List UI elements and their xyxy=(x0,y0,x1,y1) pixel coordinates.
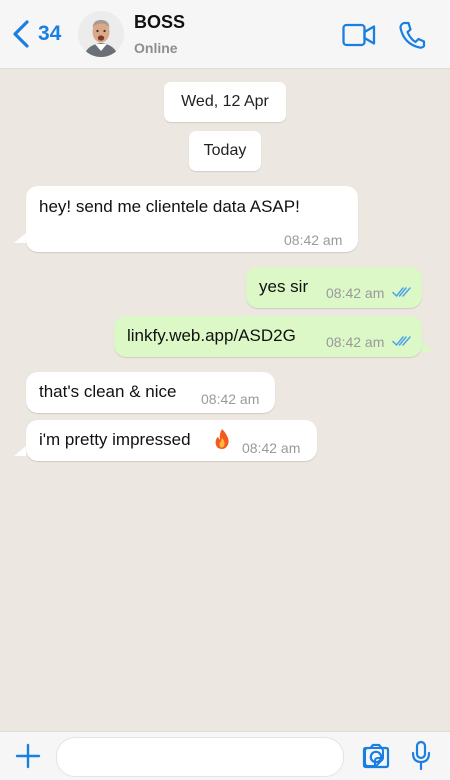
chat-header: 34 BOSS Online xyxy=(0,0,450,69)
message-time: 08:42 am xyxy=(284,232,343,248)
outgoing-message[interactable]: yes sir 08:42 am xyxy=(246,267,422,308)
message-time: 08:42 am xyxy=(242,440,301,456)
incoming-message[interactable]: i'm pretty impressed 08:42 am xyxy=(26,420,317,461)
incoming-message[interactable]: hey! send me clientele data ASAP! 08:42 … xyxy=(26,186,358,252)
back-button[interactable]: 34 xyxy=(10,16,61,52)
chat-screen: 34 BOSS Online Wed, 12 Apr Today hey! se… xyxy=(0,0,450,780)
message-input-box[interactable] xyxy=(56,737,384,777)
message-text: that's clean & nice xyxy=(39,382,177,401)
incoming-message[interactable]: that's clean & nice 08:42 am xyxy=(26,372,275,413)
read-receipt-icon xyxy=(392,336,411,346)
bubble-tail xyxy=(14,446,26,456)
unread-count: 34 xyxy=(38,22,62,45)
contact-name[interactable]: BOSS xyxy=(134,12,185,33)
plus-icon[interactable] xyxy=(14,742,42,770)
fire-emoji-icon xyxy=(215,429,229,449)
day-separator: Today xyxy=(189,131,261,171)
phone-icon[interactable] xyxy=(398,20,426,50)
message-input[interactable] xyxy=(71,744,295,770)
chevron-left-icon xyxy=(13,20,29,48)
message-text: hey! send me clientele data ASAP! xyxy=(39,197,300,216)
bubble-tail xyxy=(422,342,434,352)
message-text[interactable]: linkfy.web.app/ASD2G xyxy=(127,326,296,346)
video-call-icon[interactable] xyxy=(342,22,376,48)
outgoing-message[interactable]: linkfy.web.app/ASD2G 08:42 am xyxy=(114,316,422,357)
date-separator: Wed, 12 Apr xyxy=(164,82,286,122)
message-list[interactable]: Wed, 12 Apr Today hey! send me clientele… xyxy=(0,69,450,731)
message-time: 08:42 am xyxy=(326,334,385,350)
composer-bar xyxy=(0,731,450,780)
avatar-photo xyxy=(78,11,124,57)
avatar[interactable] xyxy=(78,11,124,57)
camera-icon[interactable] xyxy=(361,742,391,770)
message-time: 08:42 am xyxy=(326,285,385,301)
bubble-tail xyxy=(14,233,26,243)
message-time: 08:42 am xyxy=(201,391,260,407)
message-text: i'm pretty impressed xyxy=(39,430,191,449)
read-receipt-icon xyxy=(392,287,411,297)
microphone-icon[interactable] xyxy=(410,740,432,772)
contact-status: Online xyxy=(134,40,178,56)
message-text: yes sir xyxy=(259,277,309,296)
